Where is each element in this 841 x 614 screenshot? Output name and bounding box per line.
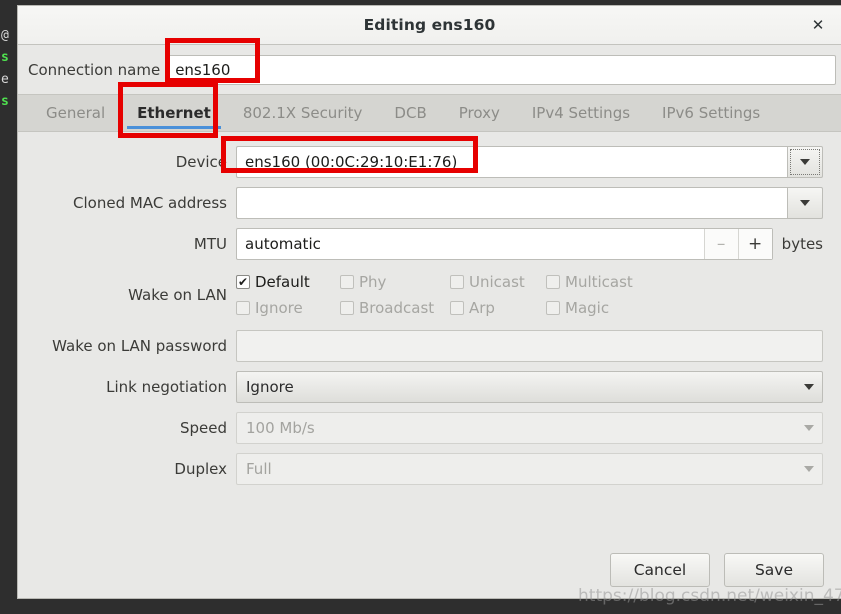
settings-tabbar: General Ethernet 802.1X Security DCB Proxy IP…: [18, 94, 841, 132]
tab-ipv6-settings[interactable]: IPv6 Settings: [646, 95, 776, 131]
speed-row: Speed 100 Mb/s: [36, 412, 823, 444]
checkbox-icon: [340, 275, 354, 289]
device-value[interactable]: ens160 (00:0C:29:10:E1:76): [236, 146, 787, 178]
wol-checkbox-label: Arp: [469, 299, 495, 317]
device-dropdown-button[interactable]: [787, 146, 823, 178]
wol-checkbox-magic: Magic: [546, 299, 656, 317]
mtu-spinner[interactable]: automatic – +: [236, 228, 773, 260]
wol-password-input[interactable]: [236, 330, 823, 362]
terminal-text-fragment: @: [1, 28, 9, 43]
save-button[interactable]: Save: [724, 553, 824, 587]
wol-checkbox-phy: Phy: [340, 273, 450, 291]
duplex-row: Duplex Full: [36, 453, 823, 485]
chevron-down-icon: [804, 384, 814, 390]
wol-checkbox-label: Broadcast: [359, 299, 435, 317]
wol-checkbox-multicast: Multicast: [546, 273, 656, 291]
tab-proxy[interactable]: Proxy: [443, 95, 516, 131]
checkbox-icon: [450, 301, 464, 315]
terminal-text-fragment: e: [1, 72, 9, 87]
cloned-mac-combobox[interactable]: [236, 187, 823, 219]
wol-checkbox-label: Phy: [359, 273, 387, 291]
chevron-down-icon: [800, 200, 810, 206]
link-negotiation-dropdown[interactable]: Ignore: [236, 371, 823, 403]
connection-name-input[interactable]: [166, 55, 836, 85]
wake-on-lan-checkbox-line: Ignore Broadcast Arp Magic: [236, 295, 823, 321]
wol-password-row: Wake on LAN password: [36, 330, 823, 362]
editing-connection-dialog: Editing ens160 ✕ Connection name General…: [18, 6, 841, 598]
dialog-titlebar: Editing ens160 ✕: [18, 6, 841, 45]
chevron-down-icon: [804, 466, 814, 472]
checkbox-icon: ✔: [236, 275, 250, 289]
duplex-value: Full: [246, 460, 272, 478]
device-combobox[interactable]: ens160 (00:0C:29:10:E1:76): [236, 146, 823, 178]
tab-ethernet[interactable]: Ethernet: [121, 95, 227, 131]
speed-value: 100 Mb/s: [246, 419, 315, 437]
wol-checkbox-broadcast: Broadcast: [340, 299, 450, 317]
wol-checkbox-label: Unicast: [469, 273, 525, 291]
cloned-mac-dropdown-button[interactable]: [787, 187, 823, 219]
tab-ipv4-settings[interactable]: IPv4 Settings: [516, 95, 646, 131]
mtu-label: MTU: [193, 235, 227, 253]
wol-checkbox-default[interactable]: ✔ Default: [236, 273, 340, 291]
terminal-text-fragment: s: [1, 50, 9, 65]
connection-name-label: Connection name: [28, 61, 161, 79]
cloned-mac-label: Cloned MAC address: [73, 194, 227, 212]
checkbox-icon: [546, 275, 560, 289]
device-row: Device ens160 (00:0C:29:10:E1:76): [36, 146, 823, 178]
checkbox-icon: [236, 301, 250, 315]
wol-checkbox-arp: Arp: [450, 299, 546, 317]
checkbox-icon: [450, 275, 464, 289]
tab-802-1x-security[interactable]: 802.1X Security: [227, 95, 379, 131]
duplex-label: Duplex: [174, 460, 227, 478]
wol-checkbox-label: Default: [255, 273, 310, 291]
tab-dcb[interactable]: DCB: [378, 95, 442, 131]
mtu-units-label: bytes: [781, 235, 823, 253]
wol-checkbox-label: Magic: [565, 299, 610, 317]
wake-on-lan-checkbox-grid: ✔ Default Phy Unicast Multicast Ignore Broadca…: [236, 269, 823, 321]
chevron-down-icon: [800, 159, 810, 165]
link-negotiation-label: Link negotiation: [106, 378, 227, 396]
wake-on-lan-row: Wake on LAN ✔ Default Phy Unicast Multicast I…: [36, 269, 823, 321]
mtu-decrement-button[interactable]: –: [703, 229, 738, 259]
wake-on-lan-label: Wake on LAN: [128, 286, 227, 304]
connection-name-row: Connection name: [18, 45, 841, 94]
wake-on-lan-checkbox-line: ✔ Default Phy Unicast Multicast: [236, 269, 823, 295]
close-icon[interactable]: ✕: [805, 12, 831, 38]
mtu-row: MTU automatic – + bytes: [36, 228, 823, 260]
cancel-button[interactable]: Cancel: [610, 553, 710, 587]
terminal-text-fragment: s: [1, 94, 9, 109]
wol-checkbox-label: Ignore: [255, 299, 303, 317]
checkbox-icon: [340, 301, 354, 315]
wol-checkbox-ignore: Ignore: [236, 299, 340, 317]
ethernet-settings-form: Device ens160 (00:0C:29:10:E1:76) Cloned…: [18, 132, 841, 542]
wol-password-label: Wake on LAN password: [52, 337, 227, 355]
mtu-increment-button[interactable]: +: [737, 229, 772, 259]
chevron-down-icon: [804, 425, 814, 431]
link-negotiation-row: Link negotiation Ignore: [36, 371, 823, 403]
checkbox-icon: [546, 301, 560, 315]
speed-label: Speed: [179, 419, 227, 437]
link-negotiation-value: Ignore: [246, 378, 294, 396]
device-label: Device: [175, 153, 227, 171]
wol-checkbox-unicast: Unicast: [450, 273, 546, 291]
cloned-mac-value[interactable]: [236, 187, 787, 219]
mtu-value[interactable]: automatic: [237, 229, 704, 259]
duplex-dropdown: Full: [236, 453, 823, 485]
tab-general[interactable]: General: [30, 95, 121, 131]
dialog-title: Editing ens160: [363, 16, 496, 34]
speed-dropdown: 100 Mb/s: [236, 412, 823, 444]
wol-checkbox-label: Multicast: [565, 273, 633, 291]
watermark: https://blog.csdn.net/weixin_47135613: [578, 586, 841, 606]
cloned-mac-row: Cloned MAC address: [36, 187, 823, 219]
